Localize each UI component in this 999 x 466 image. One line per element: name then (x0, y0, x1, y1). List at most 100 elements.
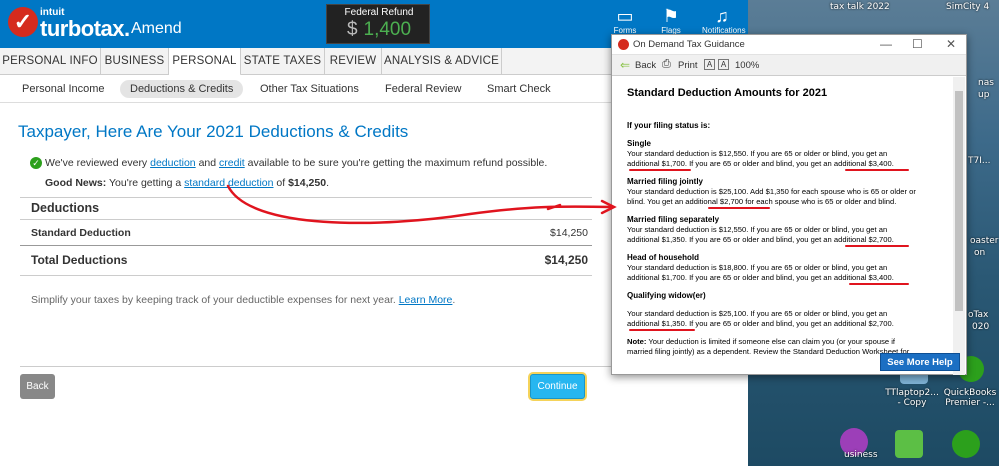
tab-personal[interactable]: PERSONAL (169, 48, 241, 76)
forms-button[interactable]: ▭ Forms (605, 6, 645, 35)
divider (20, 275, 592, 276)
status-heading: Single (627, 139, 652, 148)
amend-label: Amend (131, 20, 182, 37)
bell-icon: ♫ (715, 6, 729, 26)
see-more-help-button[interactable]: See More Help (880, 353, 960, 371)
desktop-label-simcity: SimCity 4 (946, 2, 990, 12)
desktop-label-7: 020 (972, 322, 990, 332)
dialog-back-button[interactable]: Back (635, 60, 656, 71)
annotation-underline (845, 169, 909, 171)
turbotax-small-logo-icon (618, 39, 629, 50)
note-line: Note: Your deduction is limited if someo… (627, 337, 927, 347)
deduction-link[interactable]: deduction (150, 157, 196, 169)
print-button[interactable]: Print (678, 60, 698, 71)
tab-personal-info[interactable]: PERSONAL INFO (0, 48, 101, 75)
standard-deduction-label: Standard Deduction (31, 227, 131, 239)
deductions-heading: Deductions (31, 201, 100, 215)
divider (20, 197, 592, 198)
flag-icon: ⚑ (662, 6, 680, 26)
status-text-line: Your standard deduction is $18,800. If y… (627, 263, 888, 272)
guidance-lead: If your filing status is: (627, 121, 711, 130)
simplify-message: Simplify your taxes by keeping track of … (31, 294, 455, 306)
tab-analysis-advice[interactable]: ANALYSIS & ADVICE (382, 48, 502, 75)
annotation-underline (845, 245, 909, 247)
standard-deduction-link[interactable]: standard deduction (184, 177, 273, 189)
status-heading: Head of household (627, 253, 699, 262)
subtab-personal-income[interactable]: Personal Income (12, 80, 115, 98)
credit-link[interactable]: credit (219, 157, 245, 169)
review-mid: and (195, 157, 220, 169)
good-news-pre: You're getting a (106, 177, 185, 189)
status-text-line: Your standard deduction is $25,100. Add … (627, 187, 916, 196)
annotation-underline (629, 169, 691, 171)
review-message: We've reviewed every deduction and credi… (45, 157, 547, 169)
status-text-line: Your standard deduction is $25,100. If y… (627, 309, 888, 318)
note-text: Your deduction is limited if someone els… (646, 337, 896, 346)
back-arrow-icon[interactable]: ⇐ (620, 58, 630, 72)
subtab-deductions-credits[interactable]: Deductions & Credits (120, 80, 244, 98)
learn-more-link[interactable]: Learn More (399, 294, 453, 306)
tab-business[interactable]: BUSINESS (101, 48, 169, 75)
text-larger-button[interactable]: A (718, 59, 729, 70)
desktop-label-6: oTax (968, 310, 989, 320)
notifications-button[interactable]: ♫ Notifications (702, 6, 746, 35)
annotation-underline (849, 283, 909, 285)
tab-state-taxes[interactable]: STATE TAXES (241, 48, 325, 75)
refund-label: Federal Refund (344, 7, 414, 18)
green-tool-icon[interactable] (895, 430, 923, 458)
desktop-label-tax-talk: tax talk 2022 (830, 2, 890, 12)
status-text-line: additional $1,350. If you are 65 or olde… (627, 319, 894, 328)
printer-icon[interactable]: ⎙ (662, 58, 671, 71)
subtab-smart-check[interactable]: Smart Check (477, 80, 561, 98)
maximize-icon[interactable]: ☐ (912, 37, 923, 51)
text-smaller-button[interactable]: A (704, 59, 715, 70)
status-heading: Qualifying widow(er) (627, 291, 706, 300)
scrollbar-thumb[interactable] (955, 91, 963, 311)
subtab-other-tax-situations[interactable]: Other Tax Situations (250, 80, 369, 98)
good-news-label: Good News: (45, 177, 107, 189)
dialog-titlebar[interactable]: On Demand Tax Guidance — ☐ ✕ (612, 35, 966, 55)
federal-refund-meter[interactable]: Federal Refund $1,400 (326, 4, 430, 44)
good-news-mid: of (273, 177, 289, 189)
good-news-message: Good News: You're getting a standard ded… (45, 177, 329, 189)
dialog-scrollbar[interactable] (953, 77, 965, 375)
back-button[interactable]: Back (20, 374, 55, 399)
continue-button[interactable]: Continue (530, 374, 585, 399)
simplify-tail: . (452, 294, 456, 306)
desktop-label-1: nas (978, 78, 994, 88)
qb-small-icon[interactable] (952, 430, 980, 458)
divider (20, 245, 592, 246)
desktop-label-2: up (978, 90, 990, 100)
minimize-icon[interactable]: — (880, 37, 892, 51)
guidance-heading: Standard Deduction Amounts for 2021 (627, 87, 828, 99)
desktop-label-business: usiness (844, 450, 878, 460)
review-pre: We've reviewed every (45, 157, 151, 169)
desktop-label-3: T7I... (968, 156, 991, 166)
desktop-label-8: QuickBooks Premier -... (943, 388, 997, 409)
status-text-line: additional $1,700. If you are 65 or olde… (627, 273, 894, 282)
desktop-label-5: on (974, 248, 986, 258)
good-news-amount: $14,250 (288, 177, 327, 189)
tab-review[interactable]: REVIEW (325, 48, 382, 75)
desktop-label-laptop: TTlaptop2... - Copy (885, 388, 939, 409)
refund-amount-wrap: $1,400 (327, 19, 431, 41)
simplify-text: Simplify your taxes by keeping track of … (31, 294, 399, 306)
flags-button[interactable]: ⚑ Flags (651, 6, 691, 35)
subtab-federal-review[interactable]: Federal Review (375, 80, 471, 98)
total-deductions-label: Total Deductions (31, 253, 128, 267)
brand-name: turbotax. (40, 16, 130, 41)
status-heading: Married filing separately (627, 215, 720, 224)
tax-guidance-window: On Demand Tax Guidance — ☐ ✕ ⇐ Back ⎙ Pr… (611, 34, 967, 375)
standard-deduction-value: $14,250 (550, 227, 588, 239)
status-heading: Married filing jointly (627, 177, 704, 186)
status-text-line: blind. You get an additional $2,700 for … (627, 197, 897, 206)
refund-amount: 1,400 (363, 19, 412, 40)
dialog-title: On Demand Tax Guidance (633, 39, 745, 50)
refund-currency: $ (346, 19, 358, 40)
dialog-content: Standard Deduction Amounts for 2021 If y… (617, 77, 953, 367)
turbotax-logo-icon: ✓ (8, 7, 38, 37)
close-icon[interactable]: ✕ (946, 37, 956, 51)
annotation-underline (708, 207, 770, 209)
note-label: Note: (627, 337, 647, 346)
total-deductions-value: $14,250 (544, 253, 588, 267)
